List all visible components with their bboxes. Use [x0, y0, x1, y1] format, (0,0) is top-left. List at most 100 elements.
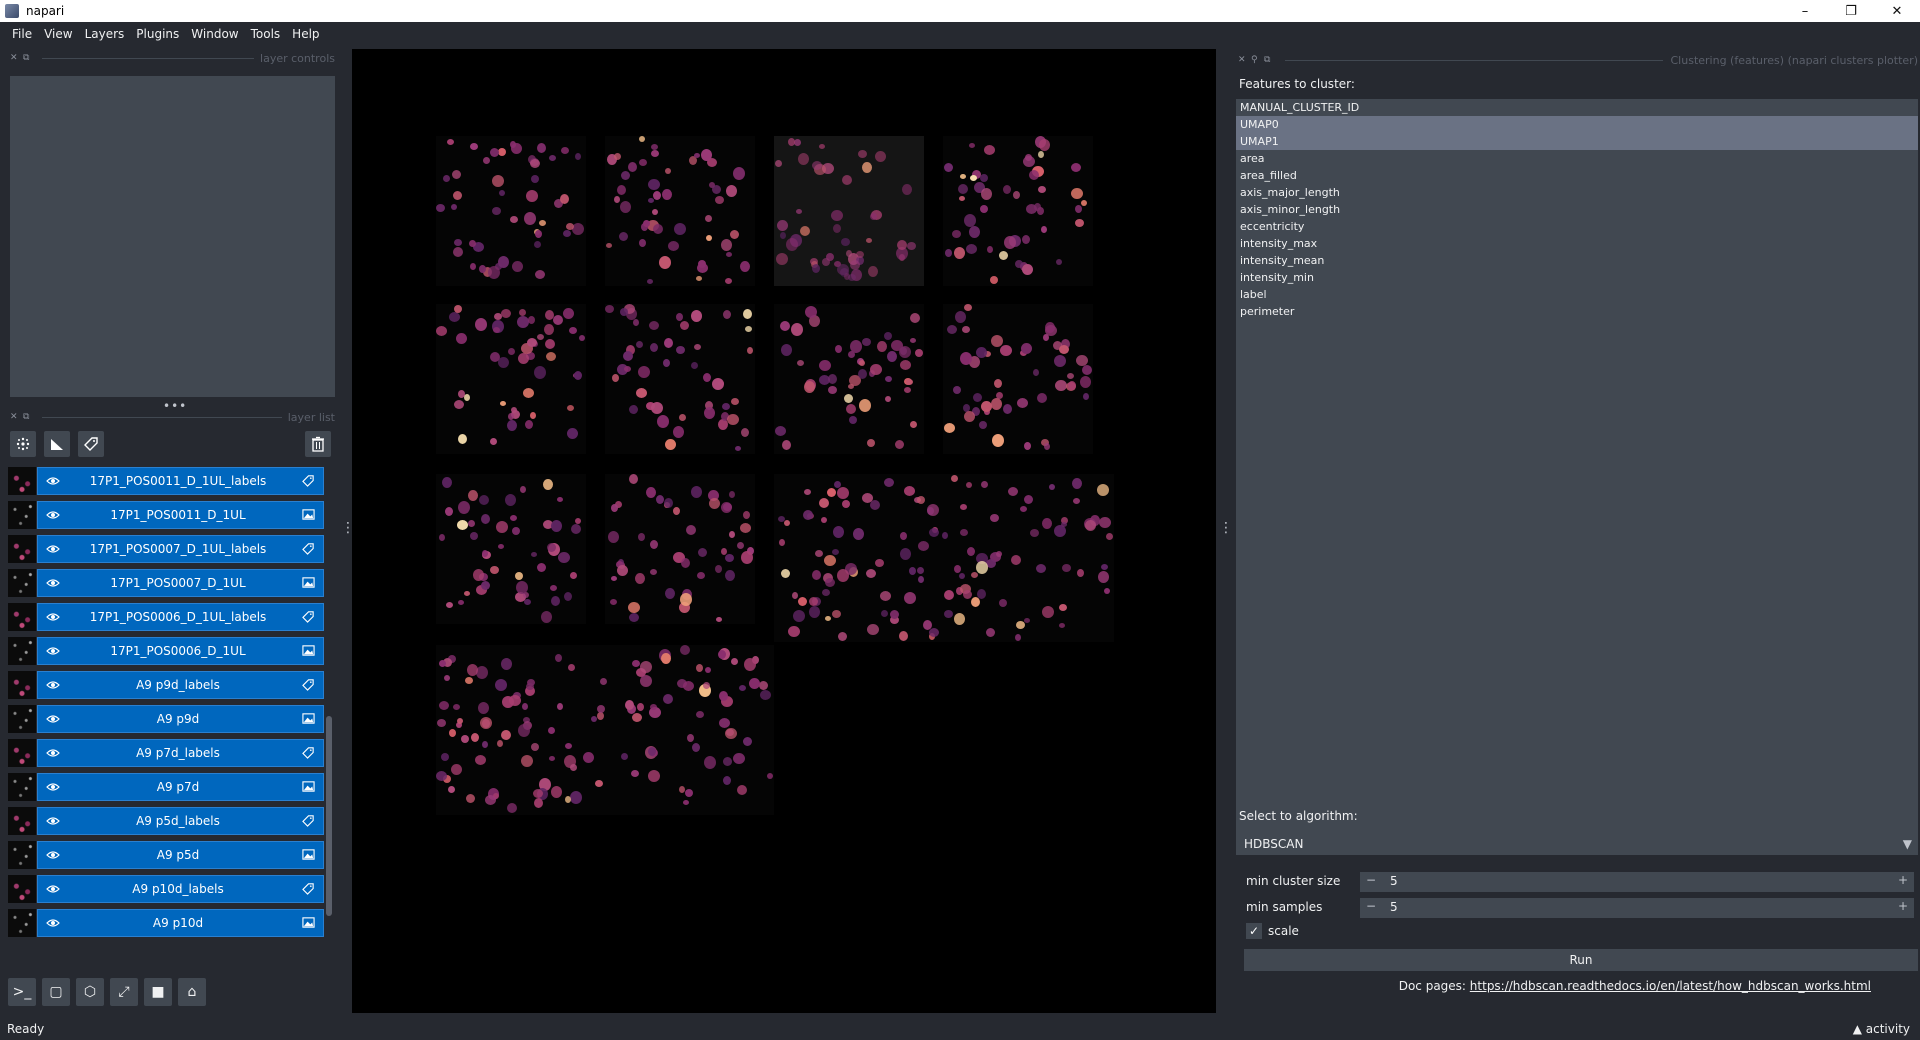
- layer-item[interactable]: A9 p5d: [37, 841, 324, 869]
- grid-view-button[interactable]: ■: [144, 978, 172, 1006]
- layer-list[interactable]: 17P1_POS0011_D_1UL_labels 17P1_POS0011_D_…: [8, 466, 325, 942]
- layer-row[interactable]: 17P1_POS0011_D_1UL_labels: [8, 466, 325, 496]
- layer-item[interactable]: 17P1_POS0006_D_1UL: [37, 637, 324, 665]
- visibility-eye-icon[interactable]: [46, 610, 60, 624]
- visibility-eye-icon[interactable]: [46, 542, 60, 556]
- menu-file[interactable]: File: [6, 27, 38, 41]
- feature-item[interactable]: area_filled: [1236, 167, 1918, 184]
- feature-item[interactable]: label: [1236, 286, 1918, 303]
- layer-item[interactable]: A9 p10d: [37, 909, 324, 937]
- layer-row[interactable]: A9 p5d_labels: [8, 806, 325, 836]
- visibility-eye-icon[interactable]: [46, 746, 60, 760]
- home-button[interactable]: ⌂: [178, 978, 206, 1006]
- close-dock-icon[interactable]: ✕: [10, 413, 18, 422]
- layer-row[interactable]: 17P1_POS0007_D_1UL_labels: [8, 534, 325, 564]
- layer-item[interactable]: A9 p9d: [37, 705, 324, 733]
- layer-list-scrollbar[interactable]: [326, 466, 332, 966]
- features-list[interactable]: MANUAL_CLUSTER_ID UMAP0 UMAP1 area area_fill…: [1236, 99, 1918, 852]
- minus-icon[interactable]: −: [1366, 899, 1376, 913]
- feature-item[interactable]: axis_minor_length: [1236, 201, 1918, 218]
- feature-item[interactable]: intensity_min: [1236, 269, 1918, 286]
- run-button[interactable]: Run: [1244, 949, 1918, 971]
- float-dock-icon[interactable]: ⧉: [23, 413, 31, 422]
- minus-icon[interactable]: −: [1366, 873, 1376, 887]
- visibility-eye-icon[interactable]: [46, 576, 60, 590]
- visibility-eye-icon[interactable]: [46, 474, 60, 488]
- nucleus-blob: [1016, 621, 1025, 629]
- new-points-layer-button[interactable]: [10, 431, 36, 457]
- feature-item[interactable]: UMAP0: [1236, 116, 1918, 133]
- layer-item[interactable]: A9 p10d_labels: [37, 875, 324, 903]
- menu-plugins[interactable]: Plugins: [130, 27, 185, 41]
- layer-row[interactable]: 17P1_POS0006_D_1UL: [8, 636, 325, 666]
- float-dock-icon[interactable]: ⧉: [1264, 56, 1272, 65]
- visibility-eye-icon[interactable]: [46, 882, 60, 896]
- roll-dims-button[interactable]: ⬡: [76, 978, 104, 1006]
- scale-checkbox[interactable]: ✓: [1246, 923, 1262, 939]
- layer-row[interactable]: 17P1_POS0007_D_1UL: [8, 568, 325, 598]
- feature-item[interactable]: axis_major_length: [1236, 184, 1918, 201]
- close-dock-icon[interactable]: ✕: [10, 54, 18, 63]
- layer-item[interactable]: 17P1_POS0011_D_1UL_labels: [37, 467, 324, 495]
- menu-help[interactable]: Help: [286, 27, 325, 41]
- layer-row[interactable]: 17P1_POS0011_D_1UL: [8, 500, 325, 530]
- layer-item[interactable]: A9 p5d_labels: [37, 807, 324, 835]
- activity-button[interactable]: ▲ activity: [1853, 1022, 1910, 1036]
- restore-button[interactable]: ❐: [1828, 0, 1874, 22]
- layer-item[interactable]: A9 p7d_labels: [37, 739, 324, 767]
- menu-tools[interactable]: Tools: [245, 27, 287, 41]
- plus-icon[interactable]: +: [1898, 873, 1908, 887]
- visibility-eye-icon[interactable]: [46, 712, 60, 726]
- min-cluster-size-spinbox[interactable]: − 5 +: [1360, 872, 1914, 892]
- layer-item[interactable]: 17P1_POS0007_D_1UL_labels: [37, 535, 324, 563]
- min-samples-spinbox[interactable]: − 5 +: [1360, 898, 1914, 918]
- layer-item[interactable]: A9 p7d: [37, 773, 324, 801]
- visibility-eye-icon[interactable]: [46, 508, 60, 522]
- new-labels-layer-button[interactable]: [78, 431, 104, 457]
- layer-row[interactable]: A9 p7d_labels: [8, 738, 325, 768]
- menu-window[interactable]: Window: [185, 27, 244, 41]
- menu-view[interactable]: View: [38, 27, 78, 41]
- visibility-eye-icon[interactable]: [46, 848, 60, 862]
- layer-row[interactable]: A9 p9d: [8, 704, 325, 734]
- float-dock-icon[interactable]: ⧉: [23, 54, 31, 63]
- layer-row[interactable]: A9 p9d_labels: [8, 670, 325, 700]
- ndisplay-button[interactable]: ▢: [42, 978, 70, 1006]
- new-shapes-layer-button[interactable]: [44, 431, 70, 457]
- scrollbar-thumb[interactable]: [326, 716, 332, 916]
- close-dock-icon[interactable]: ✕: [1238, 56, 1246, 65]
- layer-item[interactable]: 17P1_POS0007_D_1UL: [37, 569, 324, 597]
- visibility-eye-icon[interactable]: [46, 814, 60, 828]
- transpose-dims-button[interactable]: ⤢: [110, 978, 138, 1006]
- plus-icon[interactable]: +: [1898, 899, 1908, 913]
- feature-item[interactable]: intensity_max: [1236, 235, 1918, 252]
- doc-pages-link[interactable]: https://hdbscan.readthedocs.io/en/latest…: [1470, 979, 1871, 993]
- layer-row[interactable]: 17P1_POS0006_D_1UL_labels: [8, 602, 325, 632]
- feature-item[interactable]: MANUAL_CLUSTER_ID: [1236, 99, 1918, 116]
- visibility-eye-icon[interactable]: [46, 644, 60, 658]
- layer-row[interactable]: A9 p5d: [8, 840, 325, 870]
- delete-layer-button[interactable]: [305, 431, 331, 457]
- console-button[interactable]: >_: [8, 978, 36, 1006]
- feature-item[interactable]: eccentricity: [1236, 218, 1918, 235]
- layer-row[interactable]: A9 p7d: [8, 772, 325, 802]
- pin-dock-icon[interactable]: ⚲: [1251, 56, 1259, 65]
- feature-item[interactable]: area: [1236, 150, 1918, 167]
- close-window-button[interactable]: ✕: [1874, 0, 1920, 22]
- nucleus-blob: [1015, 260, 1023, 268]
- layer-row[interactable]: A9 p10d: [8, 908, 325, 938]
- feature-item[interactable]: perimeter: [1236, 303, 1918, 320]
- layer-item[interactable]: 17P1_POS0006_D_1UL_labels: [37, 603, 324, 631]
- menu-layers[interactable]: Layers: [79, 27, 131, 41]
- layer-item[interactable]: A9 p9d_labels: [37, 671, 324, 699]
- feature-item[interactable]: UMAP1: [1236, 133, 1918, 150]
- layer-row[interactable]: A9 p10d_labels: [8, 874, 325, 904]
- visibility-eye-icon[interactable]: [46, 678, 60, 692]
- visibility-eye-icon[interactable]: [46, 916, 60, 930]
- feature-item[interactable]: intensity_mean: [1236, 252, 1918, 269]
- visibility-eye-icon[interactable]: [46, 780, 60, 794]
- minimize-button[interactable]: –: [1782, 0, 1828, 22]
- viewer-canvas[interactable]: [352, 49, 1216, 1013]
- layer-item[interactable]: 17P1_POS0011_D_1UL: [37, 501, 324, 529]
- algorithm-dropdown[interactable]: HDBSCAN ▼: [1236, 833, 1918, 855]
